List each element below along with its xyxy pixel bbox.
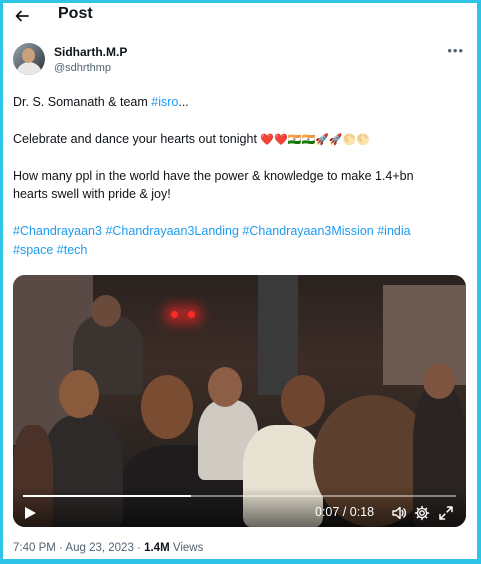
tweet-ellipsis: ...	[178, 95, 189, 109]
separator: ·	[133, 542, 145, 554]
avatar[interactable]	[13, 43, 45, 75]
more-options-button[interactable]: •••	[447, 43, 464, 58]
separator: ·	[55, 542, 66, 554]
volume-icon	[392, 506, 407, 520]
post-header: Post	[3, 3, 477, 29]
post-card: Post Sidharth.M.P @sdhrthmp ••• Dr. S. S…	[3, 3, 477, 559]
settings-button[interactable]	[414, 505, 430, 521]
tweet-text-segment: How many ppl in the world have the power…	[13, 169, 414, 183]
post-date[interactable]: Aug 23, 2023	[65, 542, 133, 554]
video-time: 0:07 / 0:18	[315, 505, 375, 519]
tweet-line-2: Celebrate and dance your hearts out toni…	[13, 130, 468, 149]
gear-icon	[414, 505, 430, 521]
back-button[interactable]	[11, 5, 33, 27]
hashtag-link[interactable]: #tech	[57, 243, 88, 257]
tweet-text-segment: hearts swell with pride & joy!	[13, 187, 171, 201]
arrow-left-icon	[15, 10, 29, 22]
author-handle[interactable]: @sdhrthmp	[54, 62, 111, 74]
emoji-sequence: ❤️❤️🇮🇳🇮🇳🚀🚀🌕🌕	[260, 134, 370, 146]
tweet-line-1: Dr. S. Somanath & team #isro...	[13, 93, 468, 111]
hashtag-isro-link[interactable]: #isro	[151, 95, 178, 109]
more-horizontal-icon: •••	[447, 43, 464, 58]
hashtag-link[interactable]: #Chandrayaan3Mission	[242, 224, 373, 238]
video-controls: 0:07 / 0:18	[13, 487, 466, 527]
video-progress-fill	[23, 495, 192, 497]
author-display-name[interactable]: Sidharth.M.P	[54, 45, 127, 59]
views-label: Views	[169, 542, 204, 554]
tweet-line-4: hearts swell with pride & joy!	[13, 185, 468, 203]
post-metadata: 7:40 PM · Aug 23, 2023 · 1.4M Views	[13, 542, 203, 554]
volume-button[interactable]	[391, 505, 407, 521]
hashtag-link[interactable]: #Chandrayaan3Landing	[105, 224, 238, 238]
hashtag-link[interactable]: #Chandrayaan3	[13, 224, 102, 238]
video-progress-bar[interactable]	[23, 495, 456, 497]
tweet-text-segment: Dr. S. Somanath & team	[13, 95, 152, 109]
page-title: Post	[58, 5, 93, 22]
hashtag-link[interactable]: #india	[377, 224, 410, 238]
video-player[interactable]: 0:07 / 0:18	[13, 275, 466, 527]
tweet-line-3: How many ppl in the world have the power…	[13, 167, 468, 185]
views-count: 1.4M	[144, 542, 170, 554]
tweet-text-segment: Celebrate and dance your hearts out toni…	[13, 132, 261, 146]
play-button[interactable]	[23, 506, 37, 520]
play-icon	[25, 507, 36, 519]
hashtag-line-1: #Chandrayaan3 #Chandrayaan3Landing #Chan…	[13, 222, 468, 240]
post-time[interactable]: 7:40 PM	[13, 542, 56, 554]
fullscreen-button[interactable]	[438, 505, 454, 521]
fullscreen-icon	[439, 506, 453, 520]
author-row: Sidharth.M.P @sdhrthmp •••	[13, 41, 468, 77]
hashtag-line-2: #space #tech	[13, 241, 468, 259]
hashtag-link[interactable]: #space	[13, 243, 53, 257]
